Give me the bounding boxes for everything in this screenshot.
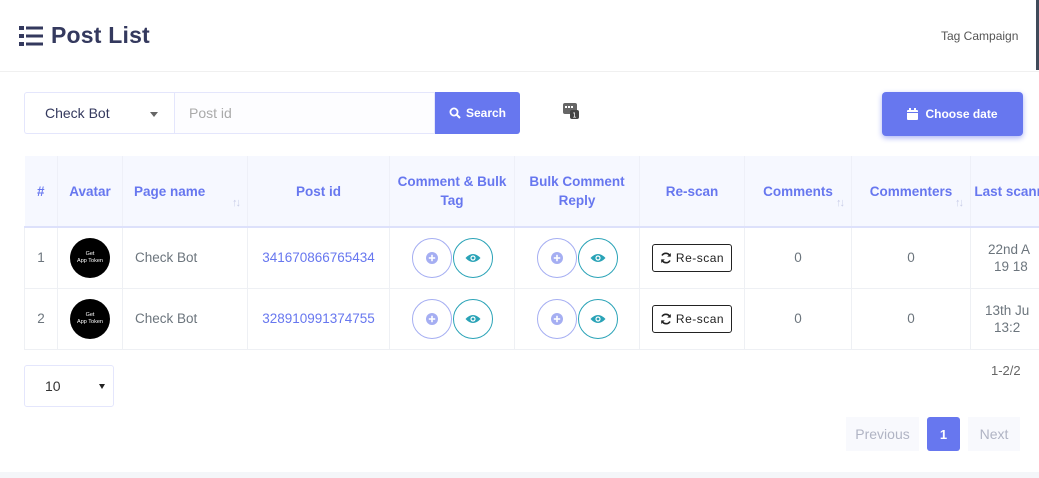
refresh-icon xyxy=(661,252,671,264)
bot-select[interactable]: Check Bot xyxy=(24,92,174,134)
bot-select-value: Check Bot xyxy=(45,105,110,121)
calendar-icon xyxy=(907,108,919,120)
choose-date-label: Choose date xyxy=(925,107,998,121)
view-comment-reply-button[interactable] xyxy=(577,298,618,339)
bulk-comment-reply-cell xyxy=(514,287,640,350)
refresh-icon xyxy=(661,313,671,324)
bulk-comment-reply-cell xyxy=(514,226,640,289)
rescan-label: Re-scan xyxy=(675,250,725,265)
view-comment-tag-button[interactable] xyxy=(452,237,493,278)
row-num: 1 xyxy=(24,226,58,289)
next-page-button[interactable]: Next xyxy=(968,417,1020,451)
sort-icon: ↑↓ xyxy=(836,197,845,209)
svg-text:1: 1 xyxy=(572,112,576,120)
caret-down-icon xyxy=(99,384,105,389)
pagination-info: 1-2/2 xyxy=(991,363,1021,378)
previous-page-button[interactable]: Previous xyxy=(846,417,919,451)
add-comment-tag-button[interactable] xyxy=(411,298,452,339)
rescan-label: Re-scan xyxy=(675,311,725,326)
plus-circle-icon xyxy=(425,312,438,325)
avatar-text: App Token xyxy=(77,318,103,325)
col-commenters-label: Commenters xyxy=(869,183,953,199)
avatar-cell: Get App Token xyxy=(57,226,123,289)
comments-count: 0 xyxy=(744,226,852,289)
choose-date-button[interactable]: Choose date xyxy=(882,92,1023,136)
post-id-link[interactable]: 341670866765434 xyxy=(247,226,390,289)
last-scanned-date: 13th Ju xyxy=(985,302,1030,318)
col-last-scanned[interactable]: Last scanned xyxy=(970,156,1039,228)
card-header: Post List Tag Campaign xyxy=(0,0,1039,72)
col-rescan[interactable]: Re-scan xyxy=(639,156,745,228)
tag-campaign-link[interactable]: Tag Campaign xyxy=(941,29,1018,43)
avatar-text: Get xyxy=(85,311,95,318)
comments-count: 0 xyxy=(744,287,852,350)
last-scanned-time: 13:2 xyxy=(994,319,1021,335)
post-id-input[interactable] xyxy=(174,92,435,134)
last-scanned-cell: 22nd A 19 18 xyxy=(970,226,1039,289)
add-comment-reply-button[interactable] xyxy=(536,237,577,278)
table-header-row: # Avatar Page name ↑↓ Post id Comment & B… xyxy=(24,156,1039,228)
last-scanned-cell: 13th Ju 13:2 xyxy=(970,287,1039,350)
col-page-name-label: Page name xyxy=(134,183,206,199)
view-comment-tag-button[interactable] xyxy=(452,298,493,339)
last-scanned-time: 19 18 xyxy=(994,258,1028,274)
rescan-cell: Re-scan xyxy=(639,226,745,289)
eye-icon xyxy=(465,314,480,323)
search-button-label: Search xyxy=(465,106,507,120)
plus-circle-icon xyxy=(550,312,563,325)
eye-icon xyxy=(590,253,605,262)
eye-icon xyxy=(590,314,605,323)
col-comments-label: Comments xyxy=(763,183,833,199)
col-post-id[interactable]: Post id xyxy=(247,156,390,228)
filter-bar: Check Bot 1 Search xyxy=(24,92,579,134)
col-comment-bulk-tag[interactable]: Comment & Bulk Tag xyxy=(389,156,515,228)
post-id-link[interactable]: 328910991374755 xyxy=(247,287,390,350)
page-title-wrap: Post List xyxy=(19,22,150,49)
page-name: Check Bot xyxy=(122,287,248,350)
row-num: 2 xyxy=(24,287,58,350)
rescan-cell: Re-scan xyxy=(639,287,745,350)
caret-down-icon xyxy=(150,112,158,117)
page-size-select[interactable]: 10 xyxy=(24,365,114,407)
comment-bulk-tag-cell xyxy=(389,287,515,350)
view-comment-reply-button[interactable] xyxy=(577,237,618,278)
post-table: # Avatar Page name ↑↓ Post id Comment & B… xyxy=(24,156,1039,350)
plus-circle-icon xyxy=(425,251,438,264)
page-title: Post List xyxy=(51,22,150,48)
page-name: Check Bot xyxy=(122,226,248,289)
avatar-text: Get xyxy=(85,250,95,257)
rescan-button[interactable]: Re-scan xyxy=(652,243,732,272)
avatar: Get App Token xyxy=(70,298,110,339)
list-icon xyxy=(19,25,43,46)
sort-icon: ↑↓ xyxy=(232,197,241,209)
search-button[interactable]: Search xyxy=(435,92,520,134)
comment-bulk-tag-cell xyxy=(389,226,515,289)
add-comment-reply-button[interactable] xyxy=(536,298,577,339)
keyboard-badge-icon: 1 xyxy=(563,103,579,119)
avatar-text: App Token xyxy=(77,257,103,264)
page-1-button[interactable]: 1 xyxy=(927,417,960,451)
table-row: 2 Get App Token Check Bot 328910991374755… xyxy=(24,287,1039,350)
col-commenters[interactable]: Commenters ↑↓ xyxy=(851,156,971,228)
post-list-card: Post List Tag Campaign Check Bot 1 Searc… xyxy=(0,0,1039,472)
col-bulk-comment-reply[interactable]: Bulk Comment Reply xyxy=(514,156,640,228)
sort-icon: ↑↓ xyxy=(955,197,964,209)
col-num[interactable]: # xyxy=(24,156,58,228)
add-comment-tag-button[interactable] xyxy=(411,237,452,278)
col-page-name[interactable]: Page name ↑↓ xyxy=(122,156,248,228)
commenters-count: 0 xyxy=(851,287,971,350)
avatar-cell: Get App Token xyxy=(57,287,123,350)
eye-icon xyxy=(465,253,480,262)
rescan-button[interactable]: Re-scan xyxy=(652,304,732,333)
avatar: Get App Token xyxy=(70,237,110,278)
col-comments[interactable]: Comments ↑↓ xyxy=(744,156,852,228)
search-icon xyxy=(449,107,461,119)
plus-circle-icon xyxy=(550,251,563,264)
table-row: 1 Get App Token Check Bot 341670866765434… xyxy=(24,226,1039,289)
last-scanned-date: 22nd A xyxy=(988,241,1031,257)
col-avatar[interactable]: Avatar xyxy=(57,156,123,228)
page-size-value: 10 xyxy=(45,378,61,394)
commenters-count: 0 xyxy=(851,226,971,289)
